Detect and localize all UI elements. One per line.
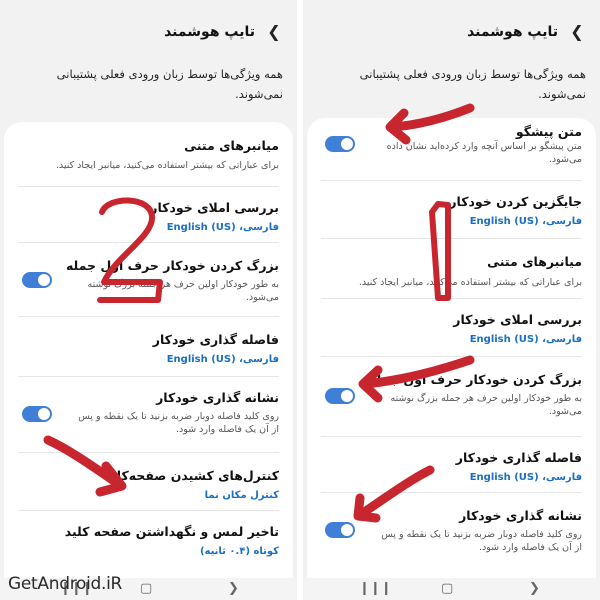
settings-card: میانبرهای متنی برای عباراتی که بیشتر است… [4,122,293,600]
divider [321,436,582,437]
item-subtitle: به طور خودکار اولین حرف هر جمله بزرگ نوش… [390,393,582,417]
list-item-text-shortcuts[interactable]: میانبرهای متنی برای عباراتی که بیشتر است… [307,240,596,300]
toggle-knob [38,274,50,286]
list-item-auto-spacing[interactable]: فاصله گذاری خودکار فارسی، English (US) [4,318,293,378]
list-item-touch-hold-delay[interactable]: تاخیر لمس و نگهداشتن صفحه کلید کوتاه (۰.… [4,512,293,572]
list-item-auto-punctuation[interactable]: نشانه گذاری خودکار روی کلید فاصله دوبار … [307,494,596,574]
item-title: جایگزین کردن خودکار [449,194,582,209]
description: همه ویژگی‌ها توسط زبان ورودی فعلی پشتیبا… [56,67,283,101]
watermark: GetAndroid.iR [8,574,123,594]
item-value: فارسی، English (US) [469,472,582,483]
divider [18,186,279,187]
divider [18,452,279,453]
item-subtitle: متن پیشگو بر اساس آنچه وارد کرده‌اید نشا… [386,141,582,165]
auto-punctuation-toggle[interactable] [22,406,52,422]
list-item-swipe-controls[interactable]: کنترل‌های کشیدن صفحه‌کلید کنترل مکان نما [4,454,293,510]
toggle-knob [341,390,353,402]
item-title: بررسی املای خودکار [453,312,582,327]
recent-apps-icon[interactable]: ❙❙❙ [359,581,392,596]
toggle-knob [341,138,353,150]
item-title: بررسی املای خودکار [150,200,279,215]
list-item-predictive-text[interactable]: متن پیشگو متن پیشگو بر اساس آنچه وارد کر… [307,118,596,182]
divider [321,492,582,493]
divider [18,510,279,511]
item-title: کنترل‌های کشیدن صفحه‌کلید [104,468,279,483]
divider [321,298,582,299]
page-title: تایپ هوشمند [164,24,255,40]
list-item-auto-capitalize[interactable]: بزرگ کردن خودکار حرف اول جمله به طور خود… [307,358,596,438]
divider [321,180,582,181]
item-title: بزرگ کردن خودکار حرف اول جمله [368,372,582,387]
item-value: فارسی، English (US) [469,334,582,345]
list-item-auto-spacing[interactable]: فاصله گذاری خودکار فارسی، English (US) [307,438,596,494]
navigation-bar: ❙❙❙ ▢ ❮ [303,578,600,600]
home-icon[interactable]: ▢ [441,581,453,596]
settings-card: متن پیشگو متن پیشگو بر اساس آنچه وارد کر… [307,118,596,600]
item-subtitle: به طور خودکار اولین حرف هر جمله بزرگ نوش… [87,279,279,303]
divider [321,356,582,357]
auto-capitalize-toggle[interactable] [22,272,52,288]
item-value: کنترل مکان نما [204,490,279,501]
list-item-auto-spellcheck[interactable]: بررسی املای خودکار فارسی، English (US) [307,300,596,356]
auto-punctuation-toggle[interactable] [325,522,355,538]
nav-back-icon[interactable]: ❮ [529,581,540,596]
list-item-auto-replace[interactable]: جایگزین کردن خودکار فارسی، English (US) [307,182,596,242]
predictive-text-toggle[interactable] [325,136,355,152]
toggle-knob [341,524,353,536]
header: ❯ تایپ هوشمند [10,20,283,44]
item-title: نشانه گذاری خودکار [156,390,279,405]
item-value: فارسی، English (US) [166,222,279,233]
auto-capitalize-toggle[interactable] [325,388,355,404]
item-title: نشانه گذاری خودکار [459,508,582,523]
divider [18,376,279,377]
item-title: میانبرهای متنی [184,138,279,153]
item-title: تاخیر لمس و نگهداشتن صفحه کلید [64,524,279,539]
item-title: فاصله گذاری خودکار [455,450,582,465]
list-item-auto-spellcheck[interactable]: بررسی املای خودکار فارسی، English (US) [4,188,293,248]
item-subtitle: برای عباراتی که بیشتر استفاده می‌کنید، م… [358,277,582,288]
list-item-auto-capitalize[interactable]: بزرگ کردن خودکار حرف اول جمله به طور خود… [4,244,293,318]
settings-screen-left: ❯ تایپ هوشمند همه ویژگی‌ها توسط زبان ورو… [0,0,297,600]
item-subtitle: روی کلید فاصله دوبار ضربه بزنید تا یک نق… [381,529,582,553]
settings-screen-right: ❯ تایپ هوشمند همه ویژگی‌ها توسط زبان ورو… [303,0,600,600]
toggle-knob [38,408,50,420]
divider [321,238,582,239]
item-title: میانبرهای متنی [487,254,582,269]
page-title: تایپ هوشمند [467,24,558,40]
item-value: کوتاه (۰.۴ ثانیه) [199,546,279,557]
home-icon[interactable]: ▢ [140,581,152,596]
chevron-back-icon[interactable]: ❯ [568,23,586,41]
description: همه ویژگی‌ها توسط زبان ورودی فعلی پشتیبا… [359,67,586,101]
item-title: متن پیشگو [515,124,582,139]
list-item-auto-punctuation[interactable]: نشانه گذاری خودکار روی کلید فاصله دوبار … [4,378,293,456]
chevron-back-icon[interactable]: ❯ [265,23,283,41]
item-value: فارسی، English (US) [166,354,279,365]
header: ❯ تایپ هوشمند [313,20,586,44]
item-subtitle: روی کلید فاصله دوبار ضربه بزنید تا یک نق… [78,411,279,435]
list-item-text-shortcuts[interactable]: میانبرهای متنی برای عباراتی که بیشتر است… [4,122,293,182]
item-value: فارسی، English (US) [469,216,582,227]
item-title: فاصله گذاری خودکار [152,332,279,347]
divider [18,242,279,243]
nav-back-icon[interactable]: ❮ [228,581,239,596]
item-title: بزرگ کردن خودکار حرف اول جمله [65,258,279,273]
divider [18,316,279,317]
item-subtitle: برای عباراتی که بیشتر استفاده می‌کنید، م… [55,160,279,171]
